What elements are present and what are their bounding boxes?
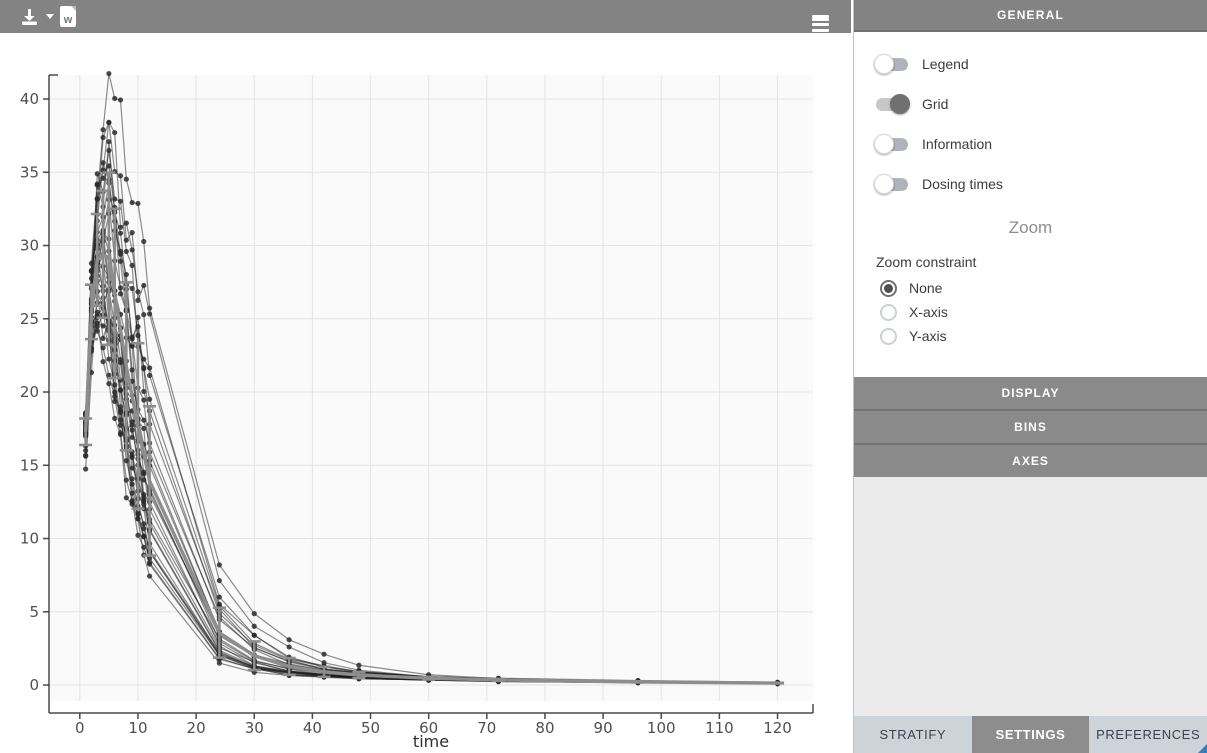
toolbar-separator (851, 0, 853, 33)
y-tick-label: 0 (29, 676, 39, 694)
accordion-header-axes[interactable]: AXES (854, 445, 1207, 479)
plot-area[interactable]: 0510152025303540010203040506070809010011… (0, 0, 853, 753)
x-tick-label: 20 (187, 719, 206, 737)
x-tick-label: 30 (245, 719, 264, 737)
toggle-switch[interactable] (876, 138, 908, 151)
app-window: w 05101520253035400102030405060708090100… (0, 0, 1207, 753)
x-tick-label: 100 (647, 719, 676, 737)
tab-preferences[interactable]: PREFERENCES (1089, 716, 1207, 753)
y-tick-label: 5 (29, 603, 39, 621)
tab-stratify[interactable]: STRATIFY (854, 716, 972, 753)
x-tick-label: 90 (594, 719, 613, 737)
toggle-row-information[interactable]: Information (854, 124, 1207, 164)
toggle-list: Legend Grid Information Dosing times (854, 44, 1207, 204)
y-tick-label: 20 (20, 383, 39, 401)
x-axis-title: time (413, 732, 449, 751)
accordion-list: DISPLAYBINSAXES (854, 377, 1207, 479)
zoom-constraint-label: Zoom constraint (876, 254, 1207, 270)
pk-spaghetti-plot[interactable]: 0510152025303540010203040506070809010011… (0, 0, 853, 753)
toggle-label: Information (922, 136, 992, 152)
settings-panel: GENERAL Legend Grid Information Dosing t… (853, 0, 1207, 753)
accordion-header-bins[interactable]: BINS (854, 411, 1207, 445)
x-tick-label: 40 (303, 719, 322, 737)
x-tick-label: 110 (705, 719, 734, 737)
radio-option-y-axis[interactable]: Y-axis (854, 324, 1207, 348)
toggle-switch[interactable] (876, 58, 908, 71)
y-tick-label: 25 (20, 310, 39, 328)
accordion-header-display[interactable]: DISPLAY (854, 377, 1207, 411)
radio-label: None (909, 280, 942, 296)
x-tick-label: 80 (535, 719, 554, 737)
tab-settings[interactable]: SETTINGS (972, 716, 1090, 753)
radio-label: Y-axis (909, 328, 947, 344)
plot-background (49, 75, 813, 701)
y-tick-label: 30 (20, 237, 39, 255)
x-tick-label: 10 (128, 719, 147, 737)
toggle-row-grid[interactable]: Grid (854, 84, 1207, 124)
x-tick-label: 0 (75, 719, 85, 737)
panel-tabbar: STRATIFYSETTINGSPREFERENCES (854, 716, 1207, 753)
zoom-constraint-radiogroup: None X-axis Y-axis (854, 276, 1207, 348)
toggle-label: Legend (922, 56, 969, 72)
toggle-switch[interactable] (876, 178, 908, 191)
x-tick-label: 70 (477, 719, 496, 737)
radio-label: X-axis (909, 304, 948, 320)
y-tick-label: 10 (20, 530, 39, 548)
toggle-label: Grid (922, 96, 948, 112)
panel-filler (854, 477, 1207, 716)
x-tick-label: 50 (361, 719, 380, 737)
y-tick-label: 40 (20, 90, 39, 108)
zoom-section-title: Zoom (854, 218, 1207, 238)
toggle-switch[interactable] (876, 98, 908, 111)
radio-option-x-axis[interactable]: X-axis (854, 300, 1207, 324)
x-tick-label: 120 (763, 719, 792, 737)
y-tick-label: 15 (20, 456, 39, 474)
radio-icon[interactable] (880, 280, 897, 297)
toggle-label: Dosing times (922, 176, 1003, 192)
toggle-row-dosing-times[interactable]: Dosing times (854, 164, 1207, 204)
radio-option-none[interactable]: None (854, 276, 1207, 300)
radio-icon[interactable] (880, 304, 897, 321)
radio-icon[interactable] (880, 328, 897, 345)
panel-section-header-general[interactable]: GENERAL (854, 0, 1207, 32)
y-tick-label: 35 (20, 163, 39, 181)
toggle-row-legend[interactable]: Legend (854, 44, 1207, 84)
resize-grip[interactable] (1198, 744, 1207, 753)
